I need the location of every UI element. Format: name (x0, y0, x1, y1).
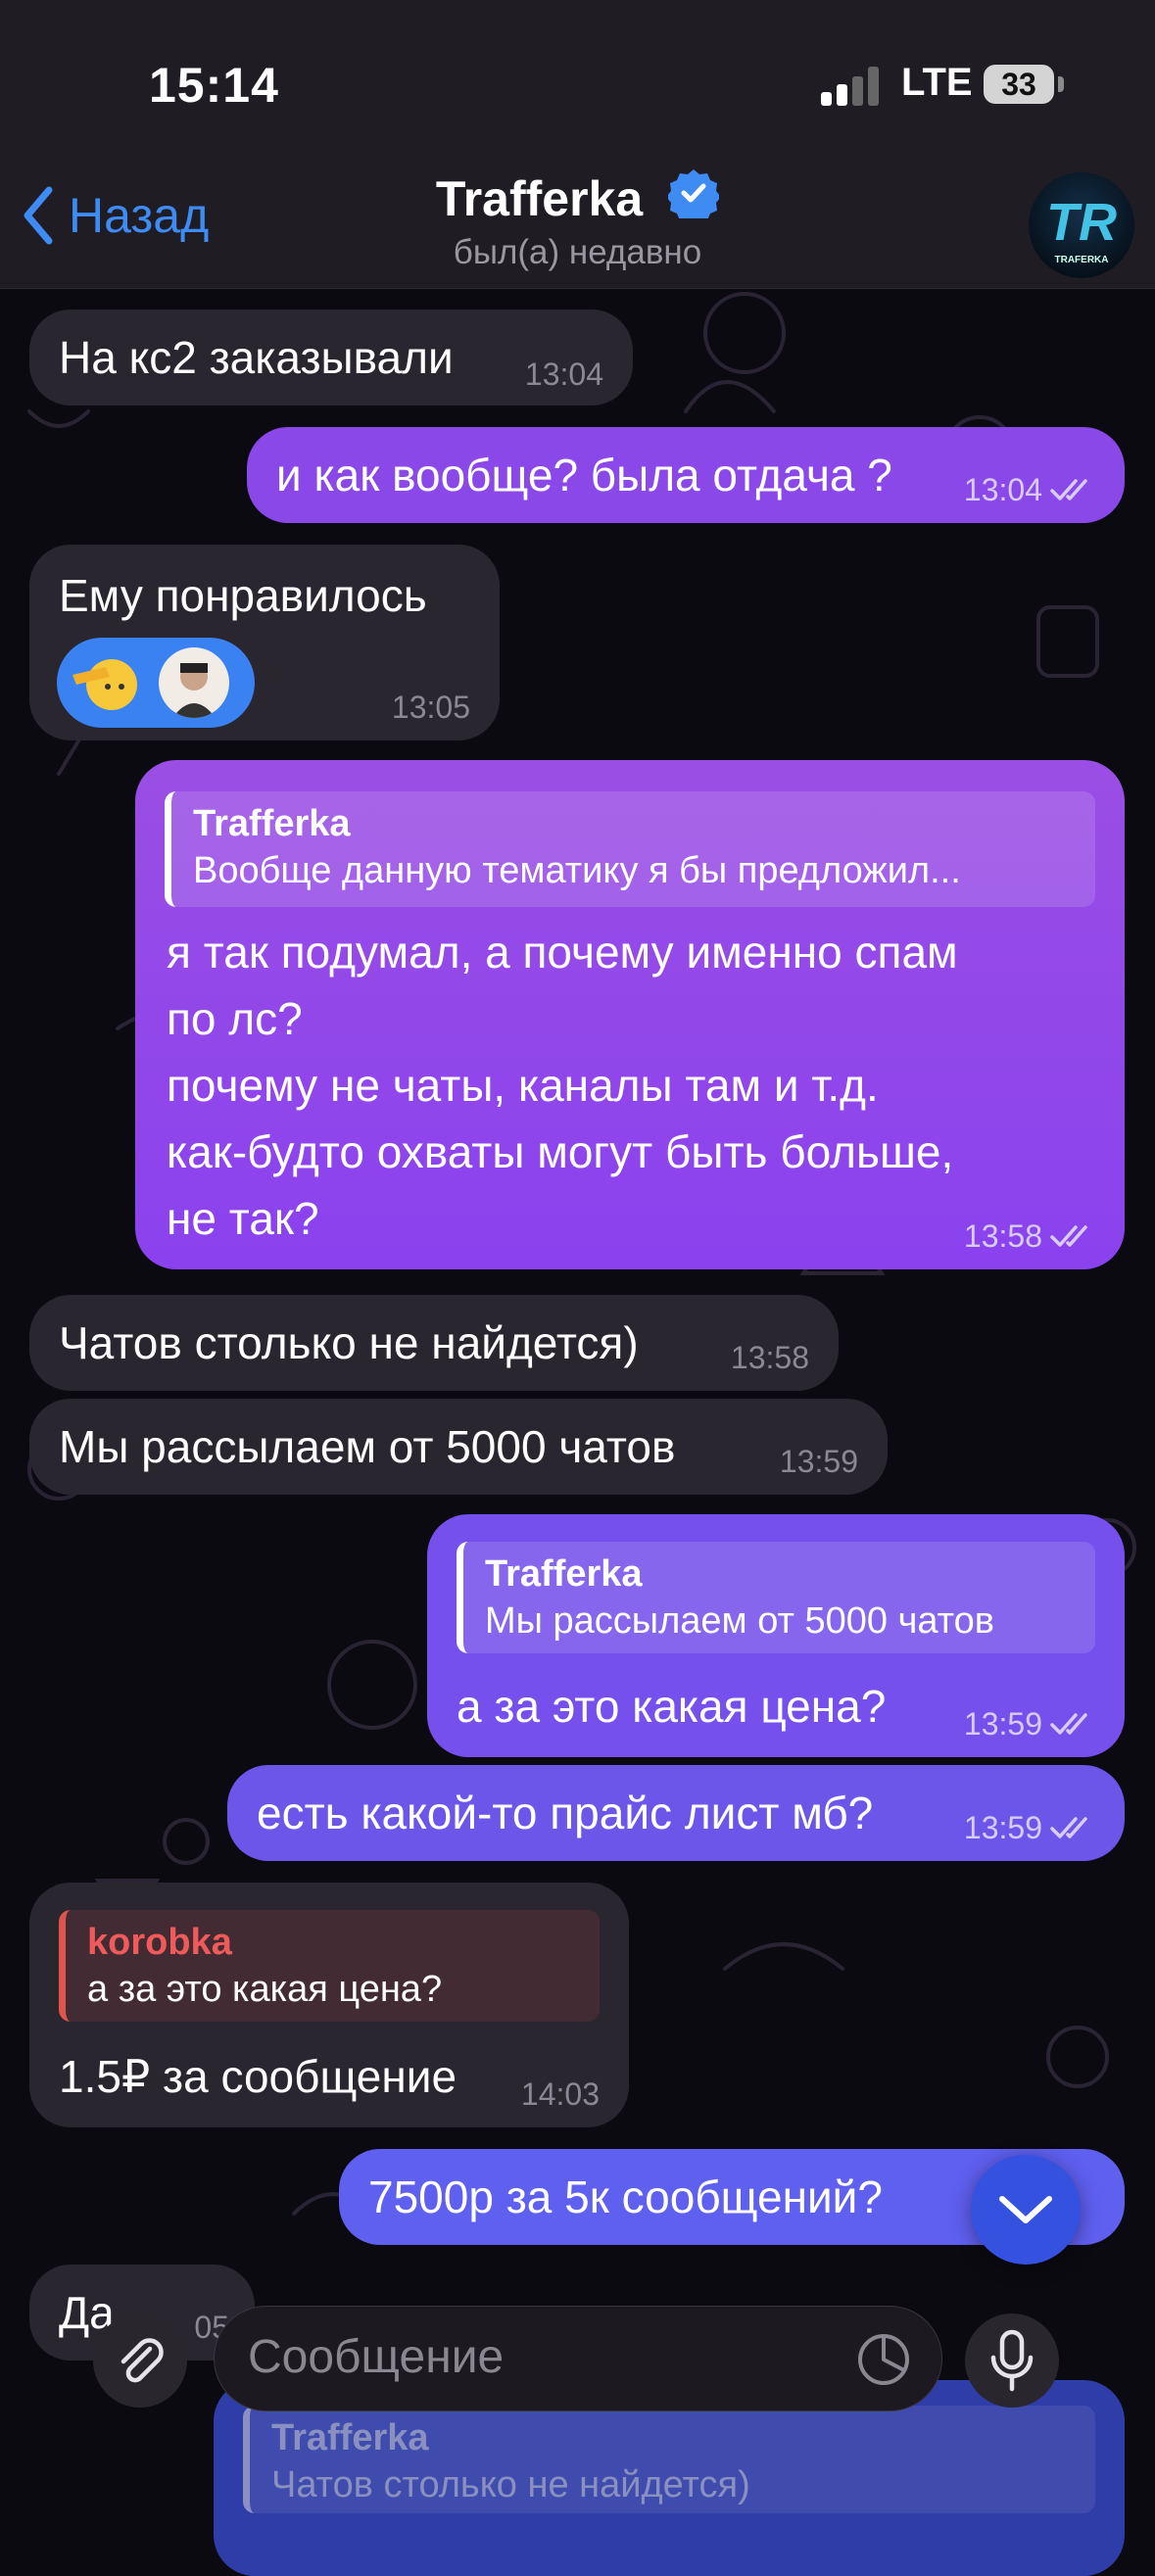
message-line: не так? (167, 1193, 319, 1244)
message-bubble[interactable]: Trafferka Вообще данную тематику я бы пр… (135, 760, 1125, 1269)
chat-title[interactable]: Trafferka (0, 167, 1155, 234)
message-time: 13:58 (963, 1218, 1042, 1254)
reply-quote[interactable]: Trafferka Чатов столько не найдется) (243, 2406, 1095, 2513)
reply-quote[interactable]: Trafferka Вообще данную тематику я бы пр… (165, 791, 1095, 907)
chat-avatar[interactable]: TR TRAFERKA (1029, 172, 1134, 278)
message-text: 7500р за 5к сообщений? (368, 2171, 883, 2222)
message-bubble[interactable]: korobka а за это какая цена? 1.5₽ за соо… (29, 1883, 629, 2127)
navigation-header: 15:14 LTE 33 Назад Trafferka был(а) неда… (0, 0, 1155, 289)
reply-author: Trafferka (271, 2417, 429, 2458)
status-time: 15:14 (149, 58, 279, 113)
message-line: по лс? (167, 993, 303, 1044)
message-text: На кс2 заказывали (59, 332, 454, 383)
reply-quote[interactable]: korobka а за это какая цена? (59, 1910, 600, 2022)
read-checkmarks-icon (1050, 1817, 1087, 1838)
message-input-placeholder: Сообщение (248, 2331, 505, 2383)
reply-text: а за это какая цена? (87, 1969, 443, 2010)
message-bubble[interactable]: Ему понравилось 13:05 (29, 545, 500, 740)
message-text: Ему понравилось (59, 570, 427, 621)
message-time: 13:59 (779, 1444, 858, 1479)
message-time: 14:03 (520, 2076, 600, 2112)
read-checkmarks-icon (1050, 479, 1087, 501)
avatar-logo-subtext: TRAFERKA (1054, 255, 1109, 265)
verified-icon (666, 167, 722, 230)
message-bubble[interactable]: Trafferka Мы рассылаем от 5000 чатов а з… (427, 1514, 1125, 1757)
message-text: 1.5₽ за сообщение (59, 2051, 457, 2102)
message-bubble[interactable]: и как вообще? была отдача ? 13:04 (247, 427, 1125, 523)
message-text: Мы рассылаем от 5000 чатов (59, 1421, 676, 1472)
chat-name: Trafferka (435, 171, 644, 226)
message-time: 13:04 (524, 357, 603, 392)
reply-author: Trafferka (193, 803, 351, 844)
message-time: 13:59 (963, 1706, 1042, 1741)
message-bubble[interactable]: есть какой-то прайс лист мб? 13:59 (227, 1765, 1125, 1861)
network-type: LTE (901, 61, 973, 104)
message-bubble[interactable]: На кс2 заказывали 13:04 (29, 310, 633, 405)
message-time: 13:04 (963, 472, 1042, 507)
message-time: 13:58 (730, 1340, 809, 1375)
reply-text: Вообще данную тематику я бы предложил... (193, 850, 961, 891)
message-text: а за это какая цена? (457, 1681, 887, 1732)
reply-author: Trafferka (485, 1553, 643, 1595)
reply-quote[interactable]: Trafferka Мы рассылаем от 5000 чатов (457, 1542, 1095, 1653)
battery-tip (1058, 76, 1064, 92)
voice-record-button[interactable] (965, 2314, 1059, 2408)
reply-text: Мы рассылаем от 5000 чатов (485, 1600, 994, 1642)
reply-text: Чатов столько не найдется) (271, 2464, 750, 2505)
signal-icon (821, 67, 884, 106)
sticker-icon[interactable] (855, 2331, 912, 2388)
message-line: почему не чаты, каналы там и т.д. (167, 1060, 879, 1111)
attach-button[interactable] (93, 2314, 187, 2408)
message-time: 13:59 (963, 1810, 1042, 1845)
avatar-logo-text: TR (1046, 193, 1117, 252)
reactor-avatar (159, 647, 229, 718)
message-bubble[interactable]: Мы рассылаем от 5000 чатов 13:59 (29, 1399, 888, 1495)
message-line: как-будто охваты могут быть больше, (167, 1126, 954, 1177)
message-input[interactable]: Сообщение (214, 2306, 942, 2411)
chevron-down-icon (999, 2196, 1052, 2223)
message-time: 13:05 (391, 690, 470, 725)
battery-icon: 33 (984, 65, 1054, 104)
read-checkmarks-icon (1050, 1225, 1087, 1247)
paperclip-icon (120, 2338, 164, 2383)
last-seen-status: был(а) недавно (453, 233, 702, 271)
reply-author: korobka (87, 1922, 232, 1963)
message-text: и как вообще? была отдача ? (276, 450, 892, 501)
message-text: Чатов столько не найдется) (59, 1317, 639, 1368)
reaction-pill[interactable] (57, 638, 255, 728)
message-line: я так подумал, а почему именно спам (167, 927, 958, 978)
message-bubble[interactable]: Чатов столько не найдется) 13:58 (29, 1295, 839, 1391)
salute-emoji-icon (72, 659, 137, 710)
scroll-to-bottom-button[interactable] (971, 2155, 1081, 2265)
read-checkmarks-icon (1050, 1713, 1087, 1735)
microphone-icon (990, 2329, 1034, 2392)
message-text: есть какой-то прайс лист мб? (257, 1788, 874, 1838)
